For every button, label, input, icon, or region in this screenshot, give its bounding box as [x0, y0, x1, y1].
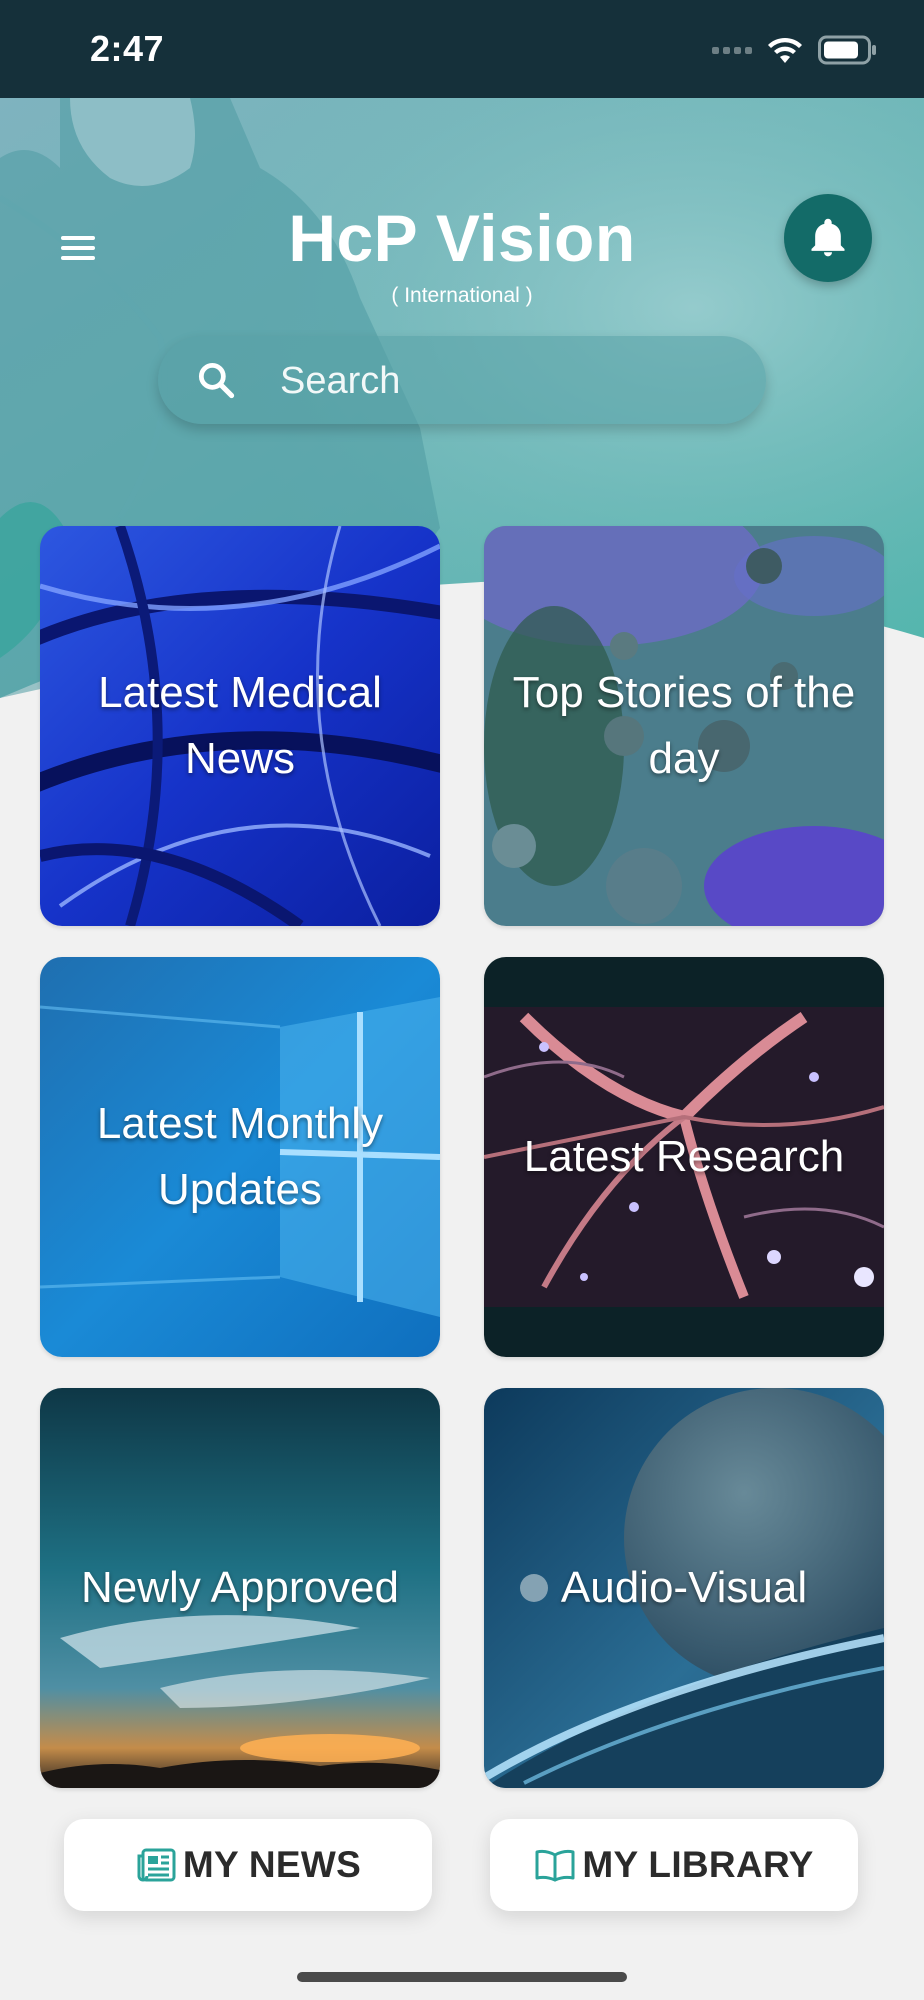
battery-icon [818, 35, 876, 65]
tile-latest-research[interactable]: Latest Research [484, 957, 884, 1357]
tile-latest-medical-news[interactable]: Latest Medical News [40, 526, 440, 926]
tile-label: Latest Research [523, 1132, 845, 1181]
signal-icon [712, 46, 752, 54]
tile-label: Newly Approved [81, 1563, 399, 1612]
app-subtitle: ( International ) [391, 284, 533, 307]
tile-audio-visual[interactable]: Audio-Visual [484, 1388, 884, 1788]
book-icon [535, 1849, 575, 1882]
wifi-icon [768, 37, 802, 63]
tile-label: Top Stories of the day [512, 668, 856, 783]
status-bar: 2:47 [0, 0, 924, 98]
bell-icon [811, 218, 845, 257]
my-library-label: MY LIBRARY [582, 1844, 814, 1885]
search-bar[interactable] [158, 336, 766, 426]
status-icons [712, 34, 878, 66]
status-time: 2:47 [90, 28, 165, 69]
tile-latest-monthly-updates[interactable]: Latest Monthly Updates [40, 957, 440, 1357]
my-news-label: MY NEWS [182, 1844, 362, 1885]
my-library-button[interactable]: MY LIBRARY [490, 1819, 858, 1911]
search-input[interactable] [278, 336, 722, 426]
my-news-button[interactable]: MY NEWS [64, 1819, 432, 1911]
tile-top-stories[interactable]: Top Stories of the day [484, 526, 884, 926]
home-indicator[interactable] [297, 1972, 627, 1982]
notification-button[interactable] [784, 194, 872, 282]
search-icon [198, 362, 235, 399]
tile-label: Latest Monthly Updates [96, 1099, 384, 1214]
tile-label: Latest Medical News [98, 668, 382, 783]
tile-label: Audio-Visual [560, 1563, 808, 1612]
tile-newly-approved[interactable]: Newly Approved [40, 1388, 440, 1788]
newspaper-icon [137, 1848, 176, 1882]
